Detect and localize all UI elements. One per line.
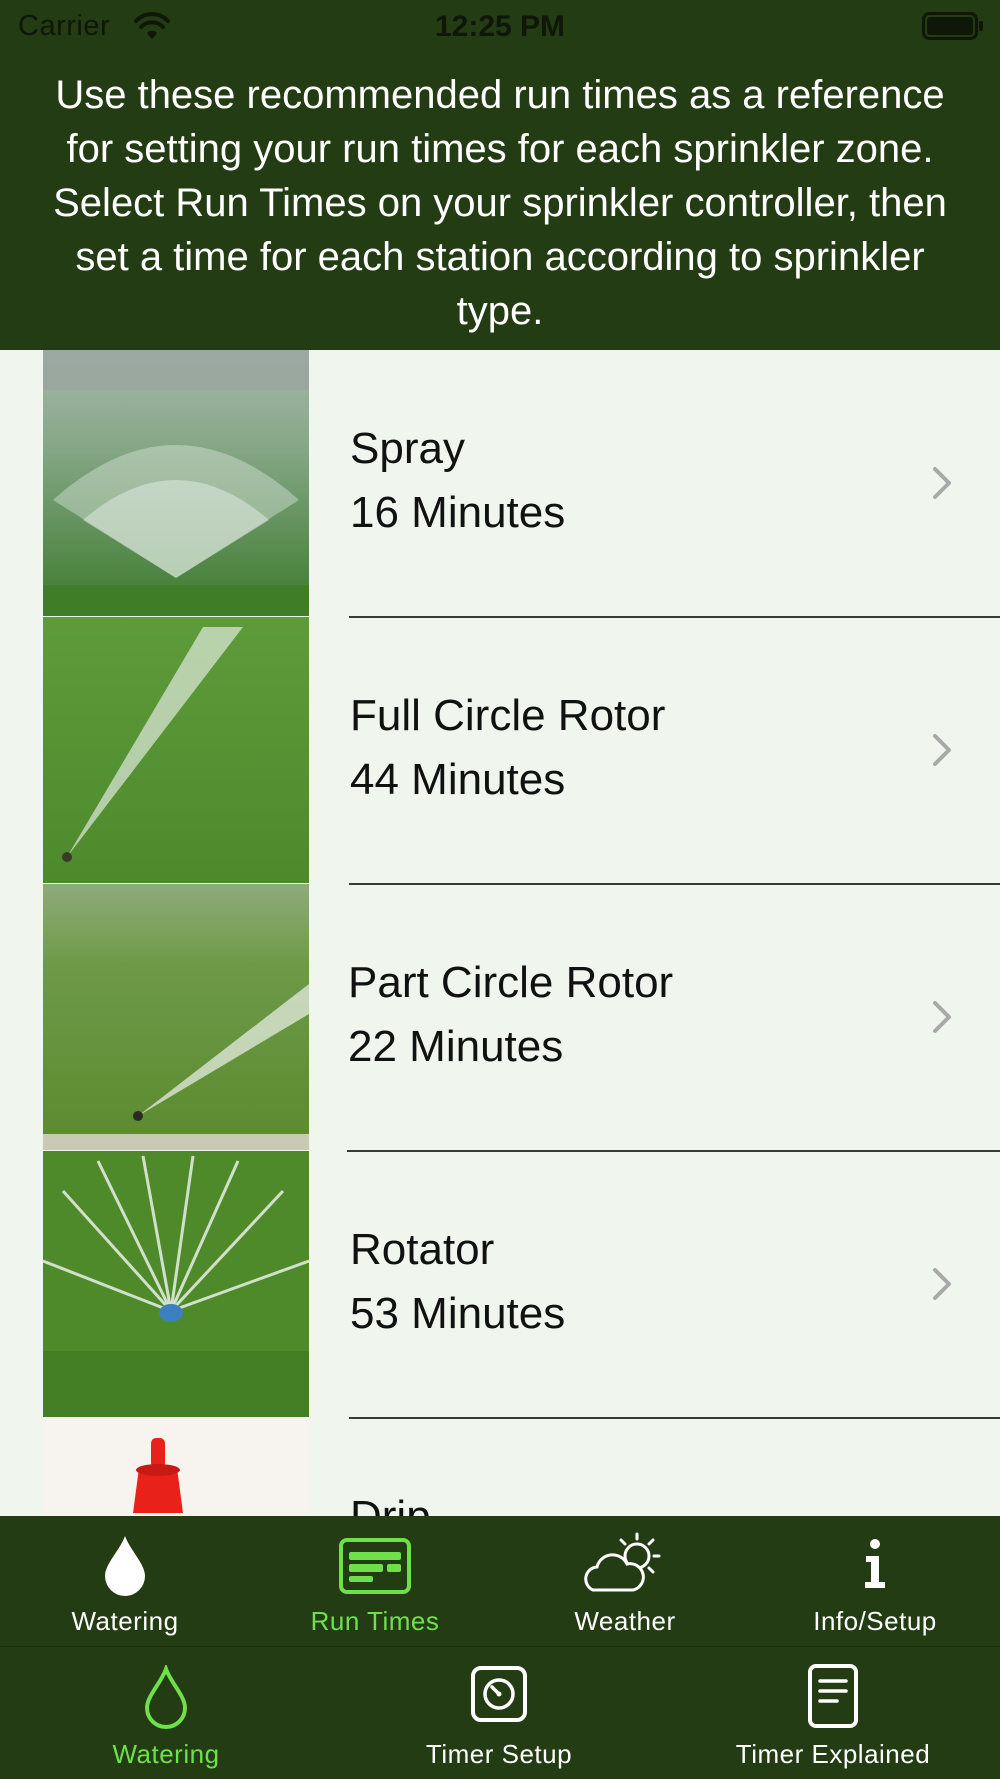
run-time-value: 53 Minutes	[350, 1289, 566, 1338]
list-item-drip[interactable]: Drip	[0, 1418, 1000, 1516]
tab-label: Info/Setup	[813, 1606, 937, 1636]
tab-label: Watering	[71, 1606, 179, 1636]
chevron-right-icon	[933, 734, 951, 766]
run-times-list[interactable]: Spray 16 Minutes Full Circle Rotor 44 Mi…	[0, 350, 1000, 1516]
spray-sprinkler-photo	[43, 350, 309, 616]
chevron-right-icon	[933, 1001, 951, 1033]
tab-label: Weather	[574, 1606, 676, 1636]
tab-weather[interactable]: Weather	[500, 1516, 750, 1646]
tab-label: Watering	[112, 1739, 220, 1769]
instructions-header: Use these recommended run times as a ref…	[0, 54, 1000, 350]
weather-icon	[584, 1532, 661, 1592]
full-circle-rotor-photo	[43, 617, 309, 883]
sprinkler-type-label: Part Circle Rotor	[348, 958, 674, 1007]
timer-setup-icon	[471, 1666, 527, 1722]
main-tab-bar: Watering Run Times Weather Info/Setup	[0, 1516, 1000, 1646]
sprinkler-type-label: Drip	[350, 1492, 431, 1516]
sprinkler-type-label: Full Circle Rotor	[350, 691, 666, 740]
tab-timer-setup[interactable]: Timer Setup	[332, 1647, 666, 1777]
battery-icon	[922, 12, 983, 40]
sprinkler-type-label: Spray	[350, 424, 465, 473]
list-item-spray[interactable]: Spray 16 Minutes	[0, 350, 1000, 616]
status-bar: Carrier 12:25 PM	[0, 0, 1000, 54]
sprinkler-type-label: Rotator	[350, 1225, 495, 1274]
status-time: 12:25 PM	[434, 10, 566, 43]
tab-label: Timer Explained	[735, 1739, 931, 1769]
water-drop-outline-icon	[144, 1665, 188, 1729]
document-icon	[808, 1664, 858, 1728]
chevron-right-icon	[933, 467, 951, 499]
info-icon	[865, 1539, 885, 1588]
list-item-rotator[interactable]: Rotator 53 Minutes	[0, 1151, 1000, 1417]
tab-watering[interactable]: Watering	[0, 1516, 250, 1646]
list-item-full-circle-rotor[interactable]: Full Circle Rotor 44 Minutes	[0, 617, 1000, 883]
run-times-icon	[339, 1538, 411, 1594]
part-circle-rotor-photo	[43, 884, 309, 1150]
tab-watering-secondary[interactable]: Watering	[0, 1647, 332, 1777]
run-time-value: 44 Minutes	[350, 755, 566, 804]
chevron-right-icon	[933, 1268, 951, 1300]
secondary-tab-bar: Watering Timer Setup Timer Explained	[0, 1646, 1000, 1779]
water-drop-icon	[105, 1536, 145, 1596]
run-time-value: 22 Minutes	[348, 1022, 564, 1071]
drip-emitter-photo	[43, 1418, 309, 1516]
tab-timer-explained[interactable]: Timer Explained	[666, 1647, 1000, 1777]
tab-info-setup[interactable]: Info/Setup	[750, 1516, 1000, 1646]
tab-label: Run Times	[310, 1606, 440, 1636]
rotator-photo	[43, 1151, 309, 1417]
tab-run-times[interactable]: Run Times	[250, 1516, 500, 1646]
run-time-value: 16 Minutes	[350, 488, 566, 537]
instructions-text: Use these recommended run times as a ref…	[53, 73, 947, 333]
tab-label: Timer Setup	[425, 1739, 573, 1769]
list-item-part-circle-rotor[interactable]: Part Circle Rotor 22 Minutes	[0, 884, 1000, 1150]
